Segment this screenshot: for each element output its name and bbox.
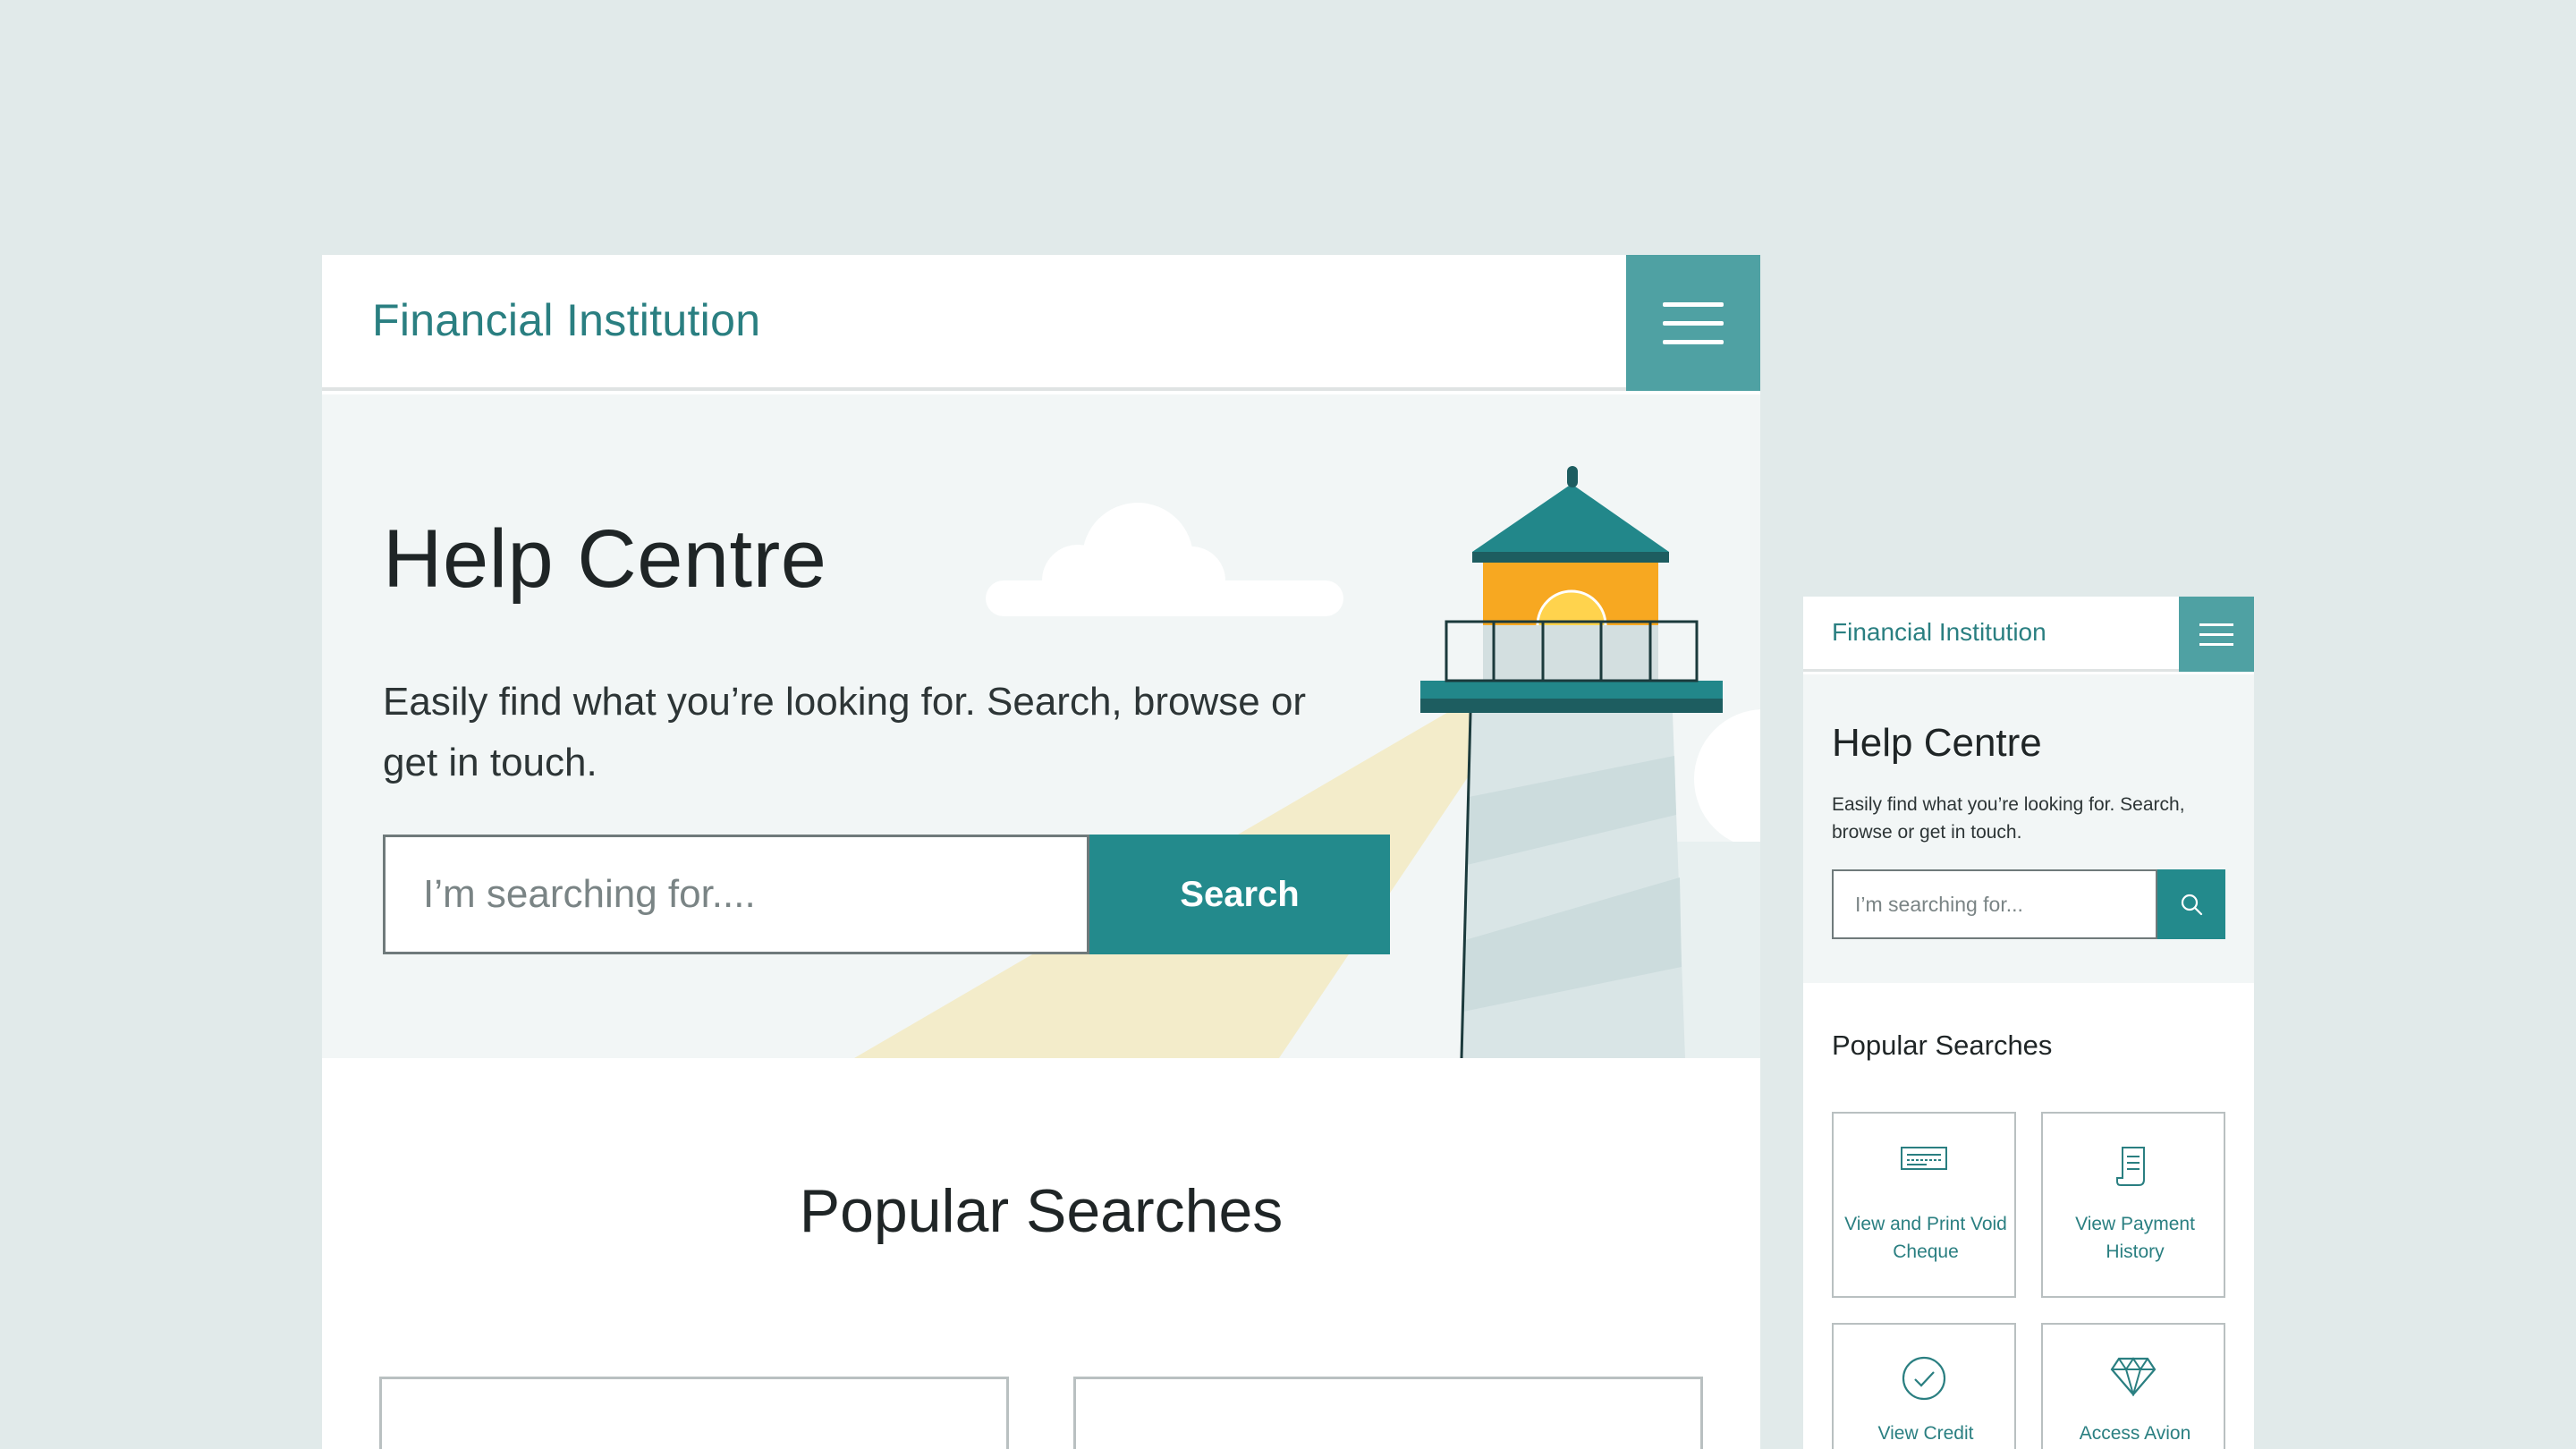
hero-section: Help Centre Easily find what you’re look… (1803, 674, 2254, 983)
brand-name[interactable]: Financial Institution (1832, 618, 2046, 647)
search-button[interactable]: Search (1089, 835, 1390, 954)
site-header: Financial Institution (1803, 597, 2254, 672)
popular-search-tile[interactable]: View and Print Void Cheque (1832, 1112, 2016, 1298)
cloud-icon (986, 503, 1343, 616)
search-bar: Search (383, 835, 1390, 954)
hero-subtitle: Easily find what you’re looking for. Sea… (383, 680, 1307, 784)
hamburger-icon-bar (2199, 632, 2233, 636)
hero-subtitle: Easily find what you’re looking for. Sea… (1832, 794, 2185, 843)
lighthouse-roof (1472, 484, 1669, 552)
hamburger-icon-bar (1663, 301, 1724, 307)
page-title: Help Centre (1832, 721, 2042, 765)
page-title: Help Centre (383, 513, 827, 605)
lighthouse-balcony (1420, 681, 1723, 699)
desktop-frame: Financial Institution Help Centre Easily… (322, 255, 1760, 1449)
search-button[interactable] (2157, 869, 2225, 939)
brand-name[interactable]: Financial Institution (372, 294, 760, 346)
tile-label: Access Avion (2079, 1423, 2191, 1444)
search-input[interactable] (1832, 869, 2157, 939)
search-input[interactable] (383, 835, 1089, 954)
popular-search-tile[interactable]: Access Avion (2041, 1323, 2225, 1449)
diamond-icon (2110, 1357, 2157, 1396)
tile-label: View and Print Void Cheque (1844, 1214, 2007, 1262)
hamburger-icon-bar (2199, 642, 2233, 646)
hero-section: Help Centre Easily find what you’re look… (322, 394, 1760, 1058)
hamburger-icon-bar (1663, 320, 1724, 326)
menu-button[interactable] (2179, 597, 2254, 672)
checkmark-circle-icon (1902, 1356, 1946, 1401)
site-header: Financial Institution (322, 255, 1760, 391)
popular-search-tile[interactable]: View Payment History (2041, 1112, 2225, 1298)
hamburger-icon-bar (1663, 339, 1724, 344)
hamburger-icon-bar (2199, 623, 2233, 626)
mobile-frame: Financial Institution Help Centre Easily… (1803, 597, 2254, 1449)
popular-searches-heading: Popular Searches (799, 1177, 1284, 1245)
search-icon (2181, 894, 2203, 916)
popular-search-card[interactable] (1073, 1377, 1703, 1449)
receipt-icon (2116, 1147, 2145, 1186)
cheque-icon (1901, 1147, 1947, 1170)
popular-search-tile[interactable]: View Credit (1832, 1323, 2016, 1449)
search-bar (1832, 869, 2225, 939)
tile-label: View Payment History (2075, 1214, 2195, 1262)
tile-label: View Credit (1877, 1423, 1974, 1444)
cloud-icon (1694, 709, 1760, 849)
menu-button[interactable] (1626, 255, 1760, 391)
popular-searches-heading: Popular Searches (1832, 1030, 2053, 1061)
popular-search-card[interactable] (379, 1377, 1009, 1449)
